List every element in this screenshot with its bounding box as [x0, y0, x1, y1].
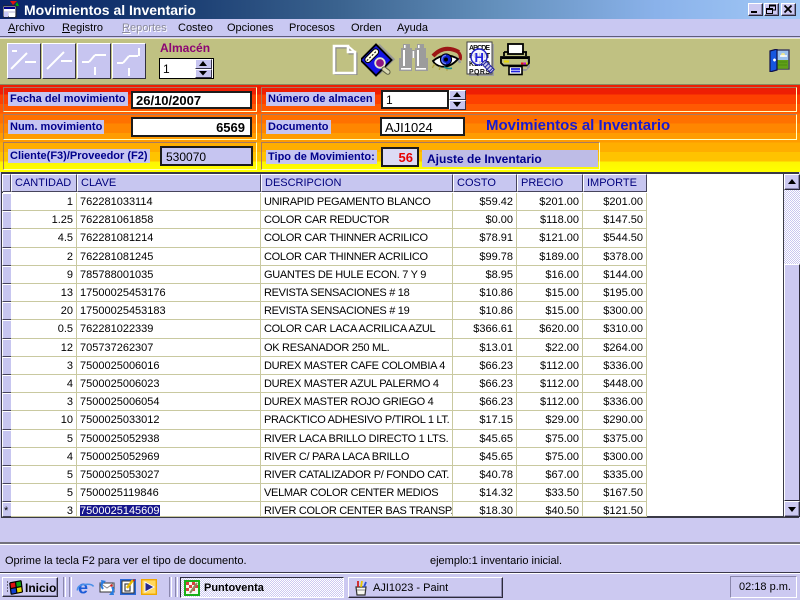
- svg-text:e: e: [78, 579, 88, 596]
